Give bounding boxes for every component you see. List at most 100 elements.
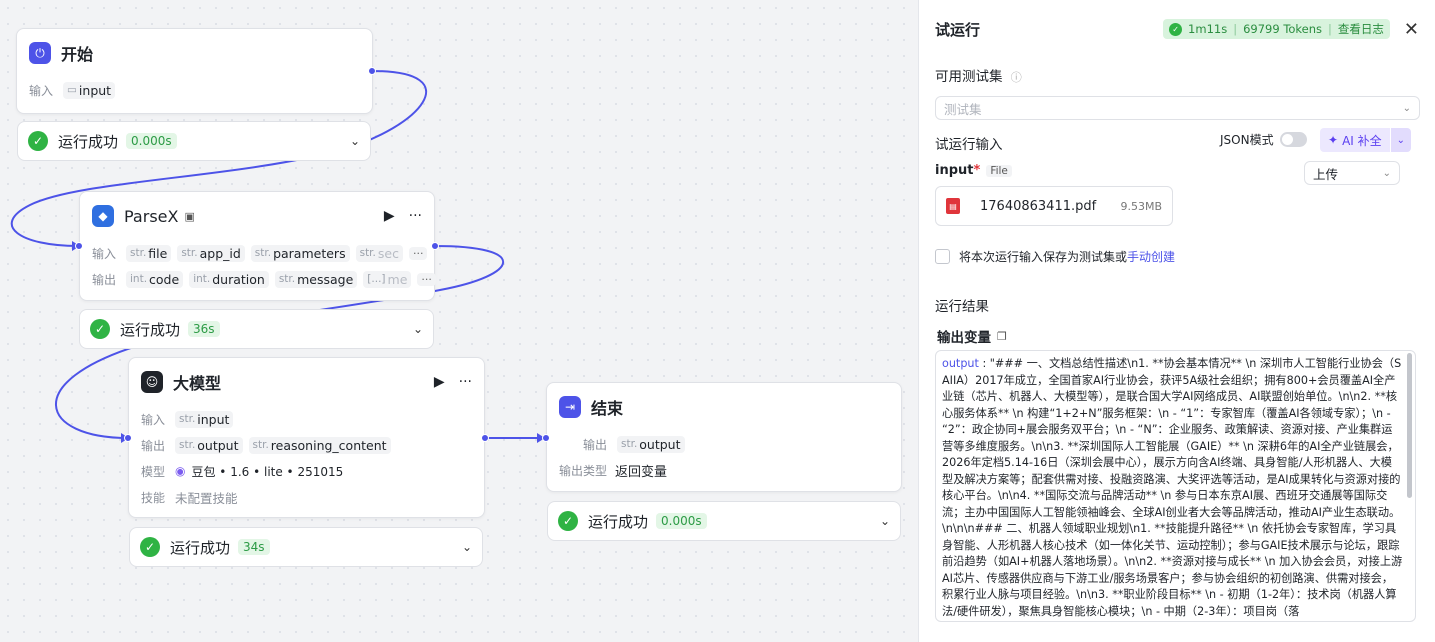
workflow-canvas[interactable]: ⏻ 开始 输入 ▭ input ✓ 运行成功 0.000s ⌄ ◆ ParseX … [0,0,918,642]
output-scrollbar[interactable] [1407,353,1412,498]
output-content[interactable]: output : "### 一、文档总结性描述\n1. **协会基本情况** \… [935,350,1416,622]
input-tag-file: str. file [126,244,172,262]
input-field-label: input * File [935,163,1012,178]
info-icon: ⓘ [1010,71,1022,84]
output-var-row: 输出变量 ❐ [937,326,1007,347]
chevron-down-icon[interactable]: ⌄ [413,322,423,336]
parsex-icon: ◆ [92,205,114,227]
end-node[interactable]: ⇥ 结束 输出 str. output 输出类型 返回变量 [546,382,902,492]
save-testset-row: 将本次运行输入保存为测试集或 手动创建 [935,248,1175,265]
output-tag-message: str. message [274,270,358,288]
more-icon[interactable]: ··· [459,374,472,390]
more-icon[interactable]: ··· [409,208,422,224]
input-label: 输入 [141,412,166,427]
json-mode-toggle[interactable] [1279,132,1307,147]
end-input-port[interactable] [542,434,550,442]
llm-output-port[interactable] [481,434,489,442]
output-type-label: 输出类型 [559,463,608,478]
testset-select[interactable]: 测试集 ⌄ [935,96,1420,120]
output-key: output [942,357,979,370]
uploaded-file-card[interactable]: ▤ 17640863411.pdf 9.53MB [935,186,1173,226]
output-label: 输出 [92,272,117,287]
status-text: 运行成功 [120,320,181,339]
llm-status-bar[interactable]: ✓ 运行成功 34s ⌄ [129,527,483,567]
start-output-port[interactable] [368,67,376,75]
run-summary-badge: ✓ 1m11s | 69799 Tokens | 查看日志 [1163,19,1390,39]
skill-value: 未配置技能 [175,490,238,506]
parsex-status-bar[interactable]: ✓ 运行成功 36s ⌄ [79,309,434,349]
output-type-value: 返回变量 [615,464,668,480]
check-icon: ✓ [28,131,48,151]
chevron-down-icon: ⌄ [1382,167,1391,179]
end-node-title: 结束 [591,399,624,418]
input-tag-app-id: str. app_id [177,244,245,262]
status-text: 运行成功 [588,512,649,531]
more-outputs-button[interactable]: ··· [417,272,436,286]
output-var-label: 输出变量 [937,330,991,346]
testset-label: 可用测试集 [935,69,1003,85]
test-run-panel: 试运行 ✓ 1m11s | 69799 Tokens | 查看日志 ✕ 可用测试… [918,0,1435,642]
chevron-down-icon[interactable]: ⌄ [880,514,890,528]
input-tag-input: str. input [175,410,234,428]
testset-label-row: 可用测试集 ⓘ [919,65,1038,85]
check-icon: ✓ [90,319,110,339]
check-icon: ✓ [1169,22,1183,36]
duration-badge: 0.000s [656,513,707,529]
skill-label: 技能 [141,490,166,505]
chevron-down-icon[interactable]: ⌄ [350,134,360,148]
duration-badge: 0.000s [126,133,177,149]
status-text: 运行成功 [58,132,119,151]
llm-node[interactable]: ☺ 大模型 ▶ ··· 输入 str. input 输出 str. output s… [128,357,485,518]
result-label: 运行结果 [935,299,989,315]
save-testset-checkbox[interactable] [935,249,950,264]
output-tag-duration: int. duration [189,270,269,288]
start-node-title: 开始 [61,45,94,64]
input-type-tag: File [986,164,1012,177]
end-status-bar[interactable]: ✓ 运行成功 0.000s ⌄ [547,501,901,541]
copy-icon[interactable]: ❐ [997,330,1007,343]
model-label: 模型 [141,464,166,479]
duration-badge: 34s [238,539,270,555]
upload-select[interactable]: 上传 ⌄ [1304,161,1400,185]
llm-input-port[interactable] [124,434,132,442]
output-label: 输出 [583,437,608,452]
panel-title: 试运行 [935,20,981,39]
view-log-link[interactable]: 查看日志 [1338,21,1384,37]
more-inputs-button[interactable]: ··· [408,246,428,260]
manual-create-link[interactable]: 手动创建 [1127,248,1175,265]
input-tag-parameters: str. parameters [250,244,350,262]
output-label: 输出 [141,438,166,453]
ai-fill-button[interactable]: ✦ AI 补全 [1320,128,1390,152]
llm-node-title: 大模型 [173,374,222,393]
folder-icon: ▭ [67,84,77,96]
chevron-down-icon: ⌄ [1402,102,1411,114]
parsex-node[interactable]: ◆ ParseX ▣ ▶ ··· 输入 str. file str. app_id … [79,191,436,301]
start-node[interactable]: ⏻ 开始 输入 ▭ input [16,28,373,114]
input-label: 输入 [92,246,117,261]
ai-fill-dropdown[interactable]: ⌄ [1390,128,1412,152]
output-tag-reasoning: str. reasoning_content [248,436,391,454]
doubao-icon: ◉ [175,464,186,478]
close-icon[interactable]: ✕ [1404,19,1419,40]
check-icon: ✓ [140,537,160,557]
start-status-bar[interactable]: ✓ 运行成功 0.000s ⌄ [17,121,371,161]
file-name: 17640863411.pdf [980,198,1097,214]
json-mode-row: JSON模式 [1220,131,1307,148]
chevron-down-icon[interactable]: ⌄ [462,540,472,554]
parsex-node-title: ParseX [124,206,179,226]
run-icon[interactable]: ▶ [434,374,445,390]
parsex-input-port[interactable] [75,242,83,250]
ai-fill-group: ✦ AI 补全 ⌄ [1320,128,1412,152]
input-var-tag: ▭ input [63,81,116,99]
start-icon: ⏻ [29,42,51,64]
output-tag-output: str. output [175,436,243,454]
output-tag-code: int. code [126,270,184,288]
end-icon: ⇥ [559,396,581,418]
output-value: : "### 一、文档总结性描述\n1. **协会基本情况** \n 深圳市人工… [942,357,1403,618]
duration-badge: 36s [188,321,220,337]
plugin-icon: ▣ [184,209,195,223]
run-icon[interactable]: ▶ [384,208,395,224]
check-icon: ✓ [558,511,578,531]
parsex-output-port[interactable] [431,242,439,250]
output-tag-output: str. output [617,435,685,453]
